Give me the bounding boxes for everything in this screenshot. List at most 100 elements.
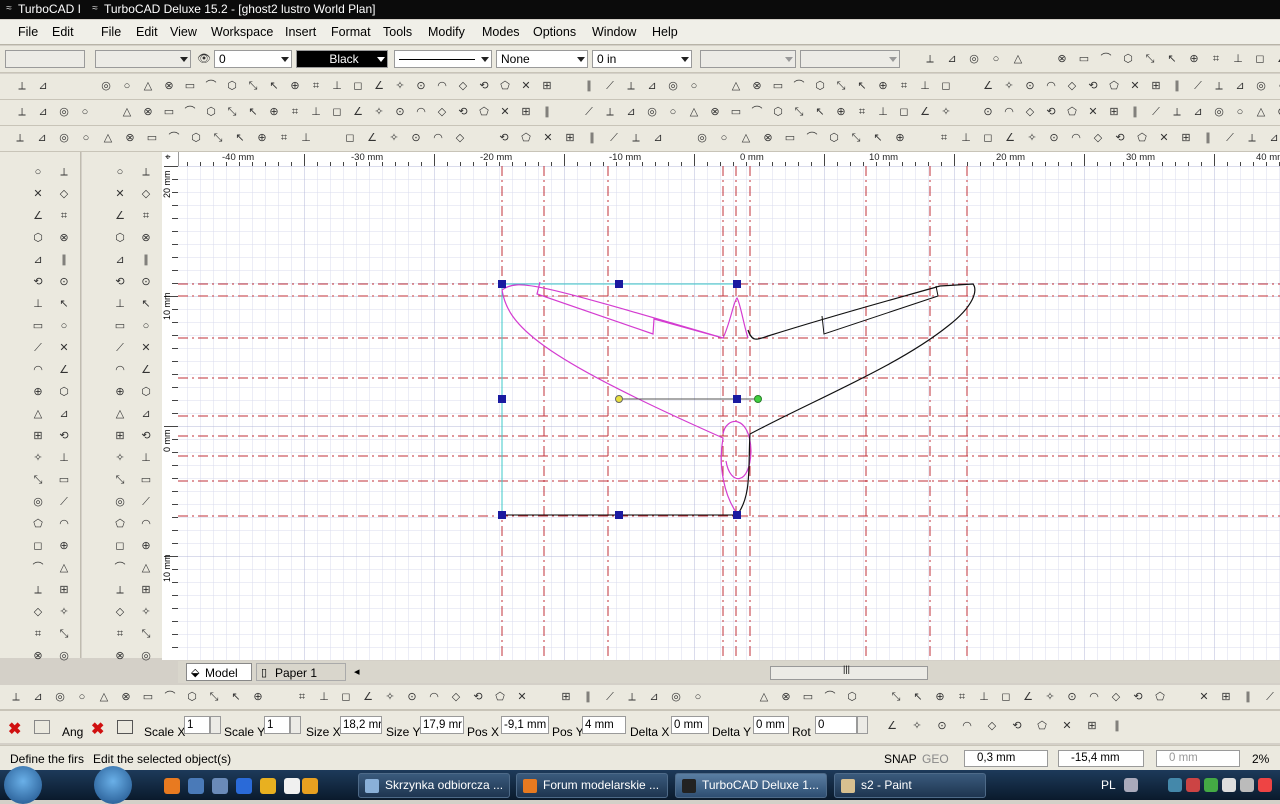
select-icon[interactable]: ↖ xyxy=(870,130,886,146)
cross-icon[interactable]: ✕ xyxy=(56,340,72,356)
perpendicular-icon[interactable]: ⟂ xyxy=(628,130,644,146)
pentagon-icon[interactable]: ⬠ xyxy=(1064,104,1080,120)
rect-icon[interactable]: ◻ xyxy=(342,130,358,146)
point-icon[interactable]: ⊙ xyxy=(408,130,424,146)
point-icon[interactable]: ⊙ xyxy=(1064,689,1080,705)
tray-icon-1[interactable] xyxy=(1168,778,1182,792)
document-icon[interactable] xyxy=(284,778,300,794)
box-icon[interactable]: ▭ xyxy=(1076,51,1092,67)
corner-icon[interactable]: ⊿ xyxy=(1190,104,1206,120)
resize-icon[interactable]: ⤡ xyxy=(112,472,128,488)
concentric-icon[interactable]: ◎ xyxy=(56,130,72,146)
geo-indicator[interactable]: GEO xyxy=(922,752,949,766)
parallel-icon[interactable]: ∥ xyxy=(1109,718,1125,734)
triangle-icon[interactable]: △ xyxy=(686,104,702,120)
angle-icon[interactable]: ∠ xyxy=(371,78,387,94)
rotate-handle[interactable] xyxy=(754,395,762,403)
corner-icon[interactable]: ⊿ xyxy=(30,252,46,268)
box-icon[interactable]: ▭ xyxy=(800,689,816,705)
arc-icon[interactable]: ◠ xyxy=(56,516,72,532)
hatch-icon[interactable]: ⌗ xyxy=(30,626,46,642)
task-mail[interactable]: Skrzynka odbiorcza ... xyxy=(358,773,510,798)
rotate-icon[interactable]: ⟲ xyxy=(476,78,492,94)
concentric-icon[interactable]: ◎ xyxy=(1253,78,1269,94)
box-icon[interactable]: ▭ xyxy=(138,472,154,488)
resize-icon[interactable]: ⤡ xyxy=(206,689,222,705)
cross-icon[interactable]: ✕ xyxy=(1085,104,1101,120)
angle-icon[interactable]: ∠ xyxy=(1274,51,1280,67)
arc-icon[interactable]: ◠ xyxy=(112,362,128,378)
corner-icon[interactable]: ⊿ xyxy=(650,130,666,146)
intersect-icon[interactable]: ⊗ xyxy=(118,689,134,705)
point-icon[interactable]: ⊙ xyxy=(934,718,950,734)
intersect-icon[interactable]: ⊗ xyxy=(749,78,765,94)
corner-icon[interactable]: ⊿ xyxy=(944,51,960,67)
pentagon-icon[interactable]: ⬠ xyxy=(497,78,513,94)
concentric-icon[interactable]: ◎ xyxy=(1211,104,1227,120)
parallel-icon[interactable]: ∥ xyxy=(1169,78,1185,94)
volume-icon[interactable] xyxy=(1240,778,1254,792)
curve-icon[interactable]: ⌒ xyxy=(1098,51,1114,67)
select-icon[interactable]: ↖ xyxy=(228,689,244,705)
snap-center-icon[interactable]: ⊕ xyxy=(30,384,46,400)
hatch-icon[interactable]: ⌗ xyxy=(954,689,970,705)
explorer-icon[interactable] xyxy=(212,778,228,794)
style-combo[interactable] xyxy=(95,50,191,68)
arc-icon[interactable]: ◠ xyxy=(959,718,975,734)
line-style-combo[interactable] xyxy=(394,50,492,68)
task-paint[interactable]: s2 - Paint xyxy=(834,773,986,798)
size-y-field[interactable]: 17,9 mr xyxy=(420,716,464,734)
concentric-icon[interactable]: ◎ xyxy=(30,494,46,510)
polygon-icon[interactable]: ⬡ xyxy=(224,78,240,94)
circle-icon[interactable]: ○ xyxy=(56,318,72,334)
curve-icon[interactable]: ⌒ xyxy=(162,689,178,705)
circle-icon[interactable]: ○ xyxy=(78,130,94,146)
box-icon[interactable]: ▭ xyxy=(144,130,160,146)
cross-icon[interactable]: ✕ xyxy=(540,130,556,146)
circle-icon[interactable]: ○ xyxy=(716,130,732,146)
box-icon[interactable]: ▭ xyxy=(112,318,128,334)
layer-combo[interactable]: 0 xyxy=(214,50,292,68)
angle-icon[interactable]: ∠ xyxy=(350,104,366,120)
line-icon[interactable]: ⟋ xyxy=(602,689,618,705)
polygon-icon[interactable]: ⬡ xyxy=(30,230,46,246)
intersect-icon[interactable]: ⊗ xyxy=(760,130,776,146)
hatch-icon[interactable]: ⌗ xyxy=(112,626,128,642)
curve-icon[interactable]: ⌒ xyxy=(203,78,219,94)
perpendicular-icon[interactable]: ⟂ xyxy=(602,104,618,120)
scale-x-spinner[interactable] xyxy=(210,716,221,734)
perpendicular-icon[interactable]: ⟂ xyxy=(922,51,938,67)
perpendicular-icon[interactable]: ⟂ xyxy=(1244,130,1260,146)
star-icon[interactable]: ✧ xyxy=(1042,689,1058,705)
resize-icon[interactable]: ⤡ xyxy=(791,104,807,120)
point-icon[interactable]: ⊙ xyxy=(56,274,72,290)
rotate-icon[interactable]: ⟲ xyxy=(470,689,486,705)
rotate-icon[interactable]: ⟲ xyxy=(1043,104,1059,120)
menu-view[interactable]: View xyxy=(170,25,197,39)
circle-icon[interactable]: ○ xyxy=(1232,104,1248,120)
select-icon[interactable]: ↖ xyxy=(245,104,261,120)
pentagon-icon[interactable]: ⬠ xyxy=(30,516,46,532)
triangle-icon[interactable]: △ xyxy=(100,130,116,146)
pos-y-field[interactable]: 4 mm xyxy=(582,716,626,734)
snap-center-icon[interactable]: ⊕ xyxy=(254,130,270,146)
line-icon[interactable]: ⟋ xyxy=(56,494,72,510)
snap-center-icon[interactable]: ⊕ xyxy=(892,130,908,146)
corner-icon[interactable]: ⊿ xyxy=(30,689,46,705)
intersect-icon[interactable]: ⊗ xyxy=(1274,104,1280,120)
arc-icon[interactable]: ◠ xyxy=(30,362,46,378)
menu-help[interactable]: Help xyxy=(652,25,678,39)
box-icon[interactable]: ▭ xyxy=(182,78,198,94)
star-icon[interactable]: ✧ xyxy=(30,450,46,466)
intersect-icon[interactable]: ⊗ xyxy=(138,230,154,246)
rot-spinner[interactable] xyxy=(857,716,868,734)
concentric-icon[interactable]: ◎ xyxy=(98,78,114,94)
rotate-icon[interactable]: ⟲ xyxy=(1112,130,1128,146)
width-combo[interactable]: 0 in xyxy=(592,50,692,68)
box-icon[interactable]: ▭ xyxy=(770,78,786,94)
cross-icon[interactable]: ✕ xyxy=(112,186,128,202)
triangle-icon[interactable]: △ xyxy=(1010,51,1026,67)
diamond-icon[interactable]: ◇ xyxy=(434,104,450,120)
point-icon[interactable]: ⊙ xyxy=(1046,130,1062,146)
intersect-icon[interactable]: ⊗ xyxy=(112,648,128,664)
